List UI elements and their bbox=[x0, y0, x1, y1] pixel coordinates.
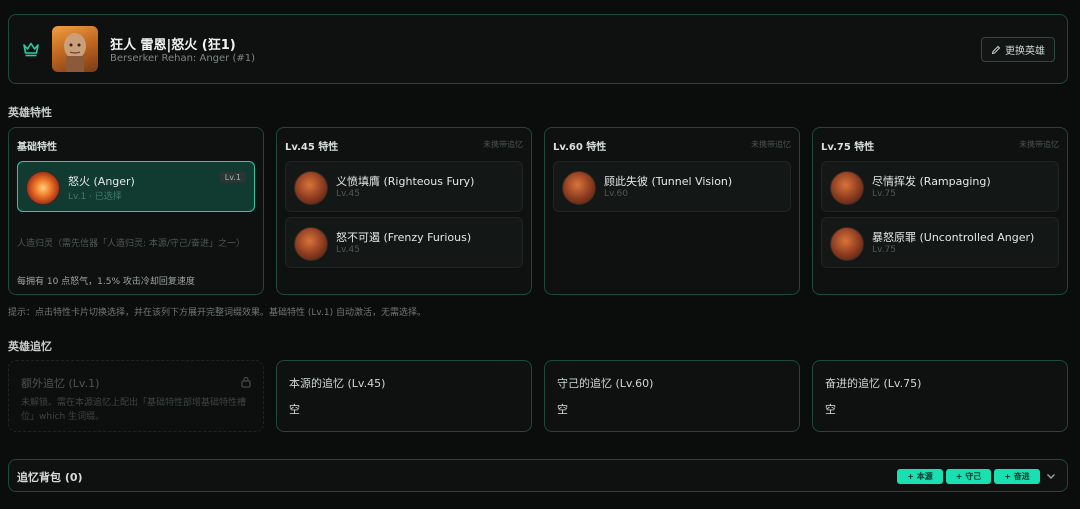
add-guard-button[interactable]: + 守己 bbox=[946, 469, 991, 484]
trait-tip: 提示：点击特性卡片切换选择，并在该列下方展开完整词缀效果。基础特性 (Lv.1)… bbox=[8, 308, 426, 318]
memory-slot-extra: 额外追忆 (Lv.1) 未解锁。需在本源追忆上配出「基础特性部增基础特性槽位」w… bbox=[8, 360, 264, 432]
trait-card-uncontrolled-anger[interactable]: 暴怒原罪 (Uncontrolled Anger) Lv.75 bbox=[821, 217, 1059, 268]
memory-value: 空 bbox=[557, 403, 568, 416]
trait-column-base: 基础特性 怒火 (Anger) Lv.1 · 已选择 Lv.1 人造归灵（需先信… bbox=[8, 127, 264, 295]
column-title: Lv.60 特性 bbox=[553, 142, 607, 153]
hero-portrait-icon bbox=[64, 33, 86, 72]
righteous-fury-icon bbox=[294, 171, 328, 205]
frenzy-furious-icon bbox=[294, 227, 328, 261]
memories-section-title: 英雄追忆 bbox=[8, 340, 52, 353]
anger-trait-icon bbox=[26, 171, 60, 205]
column-note: 未携带追忆 bbox=[1019, 140, 1059, 149]
base-trait-requirement: 人造归灵（需先信器「人造归灵: 本源/守己/奋进」之一） bbox=[17, 239, 245, 249]
trait-card-righteous-fury[interactable]: 义愤填膺 (Righteous Fury) Lv.45 bbox=[285, 161, 523, 212]
trait-column-lv60: Lv.60 特性 未携带追忆 顾此失彼 (Tunnel Vision) Lv.6… bbox=[544, 127, 800, 295]
level-badge: Lv.1 bbox=[219, 172, 246, 183]
memory-title: 本源的追忆 (Lv.45) bbox=[289, 377, 386, 390]
memory-slot-advance[interactable]: 奋进的追忆 (Lv.75) 空 bbox=[812, 360, 1068, 432]
column-title: Lv.45 特性 bbox=[285, 142, 339, 153]
memory-title: 额外追忆 (Lv.1) bbox=[21, 377, 100, 390]
trait-card-rampaging[interactable]: 尽情挥发 (Rampaging) Lv.75 bbox=[821, 161, 1059, 212]
trait-name: 怒火 (Anger) bbox=[68, 175, 135, 188]
trait-level: Lv.60 bbox=[604, 189, 628, 199]
memory-title: 守己的追忆 (Lv.60) bbox=[557, 377, 654, 390]
trait-level: Lv.45 bbox=[336, 189, 360, 199]
memory-slot-guard[interactable]: 守己的追忆 (Lv.60) 空 bbox=[544, 360, 800, 432]
memory-locked-desc: 未解锁。需在本源追忆上配出「基础特性部增基础特性槽位」which 生词缀。 bbox=[21, 398, 247, 422]
hero-avatar bbox=[52, 26, 98, 72]
trait-level: Lv.1 · 已选择 bbox=[68, 192, 122, 202]
uncontrolled-anger-icon bbox=[830, 227, 864, 261]
memory-title: 奋进的追忆 (Lv.75) bbox=[825, 377, 922, 390]
base-trait-effect: 每拥有 10 点怒气，1.5% 攻击冷却回复速度 bbox=[17, 277, 195, 287]
trait-name: 怒不可遏 (Frenzy Furious) bbox=[336, 231, 472, 244]
memory-slot-origin[interactable]: 本源的追忆 (Lv.45) 空 bbox=[276, 360, 532, 432]
trait-level: Lv.45 bbox=[336, 245, 360, 255]
hero-header: 狂人 雷恩|怒火 (狂1) Berserker Rehan: Anger (#1… bbox=[8, 14, 1068, 84]
hero-name: 狂人 雷恩|怒火 (狂1) bbox=[110, 38, 236, 53]
trait-column-lv75: Lv.75 特性 未携带追忆 尽情挥发 (Rampaging) Lv.75 暴怒… bbox=[812, 127, 1068, 295]
backpack-title: 追忆背包 (0) bbox=[17, 471, 83, 484]
trait-name: 暴怒原罪 (Uncontrolled Anger) bbox=[872, 231, 1035, 244]
column-note: 未携带追忆 bbox=[751, 140, 791, 149]
trait-card-anger[interactable]: 怒火 (Anger) Lv.1 · 已选择 Lv.1 bbox=[17, 161, 255, 212]
trait-card-frenzy-furious[interactable]: 怒不可遏 (Frenzy Furious) Lv.45 bbox=[285, 217, 523, 268]
trait-level: Lv.75 bbox=[872, 245, 896, 255]
memory-value: 空 bbox=[825, 403, 836, 416]
column-note: 未携带追忆 bbox=[483, 140, 523, 149]
trait-card-tunnel-vision[interactable]: 顾此失彼 (Tunnel Vision) Lv.60 bbox=[553, 161, 791, 212]
chevron-down-icon[interactable] bbox=[1045, 470, 1057, 482]
change-hero-label: 更换英雄 bbox=[1005, 46, 1045, 57]
trait-column-lv45: Lv.45 特性 未携带追忆 义愤填膺 (Righteous Fury) Lv.… bbox=[276, 127, 532, 295]
column-title: Lv.75 特性 bbox=[821, 142, 875, 153]
add-advance-button[interactable]: + 奋进 bbox=[994, 469, 1040, 484]
trait-name: 尽情挥发 (Rampaging) bbox=[872, 175, 991, 188]
crown-icon bbox=[23, 42, 39, 57]
lock-icon bbox=[241, 377, 251, 388]
change-hero-button[interactable]: 更换英雄 bbox=[981, 37, 1055, 62]
column-title: 基础特性 bbox=[17, 142, 57, 153]
trait-name: 顾此失彼 (Tunnel Vision) bbox=[604, 175, 733, 188]
memory-value: 空 bbox=[289, 403, 300, 416]
trait-level: Lv.75 bbox=[872, 189, 896, 199]
traits-section-title: 英雄特性 bbox=[8, 106, 52, 119]
hero-subtitle: Berserker Rehan: Anger (#1) bbox=[110, 53, 255, 64]
rampaging-icon bbox=[830, 171, 864, 205]
add-origin-button[interactable]: + 本源 bbox=[897, 469, 943, 484]
pencil-icon bbox=[991, 45, 1001, 54]
memory-backpack: 追忆背包 (0) + 本源 + 守己 + 奋进 bbox=[8, 459, 1068, 492]
trait-name: 义愤填膺 (Righteous Fury) bbox=[336, 175, 475, 188]
tunnel-vision-icon bbox=[562, 171, 596, 205]
